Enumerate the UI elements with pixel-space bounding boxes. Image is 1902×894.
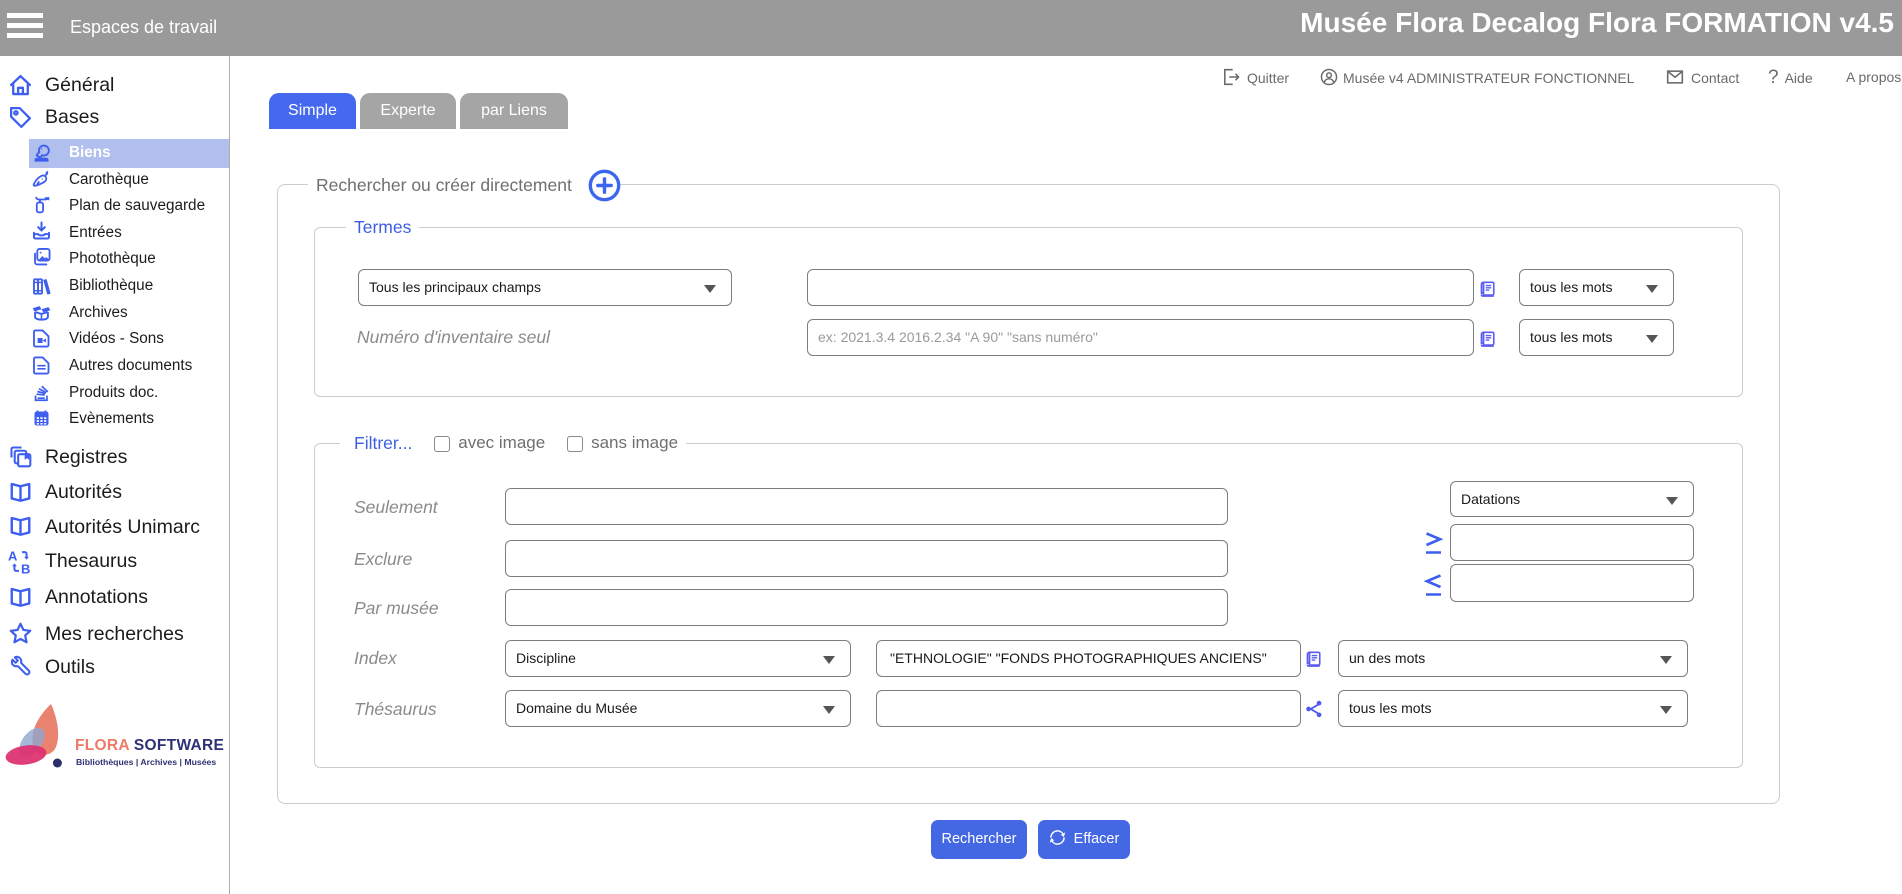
svg-text:A: A [8, 549, 18, 563]
svg-text:B: B [21, 561, 30, 574]
